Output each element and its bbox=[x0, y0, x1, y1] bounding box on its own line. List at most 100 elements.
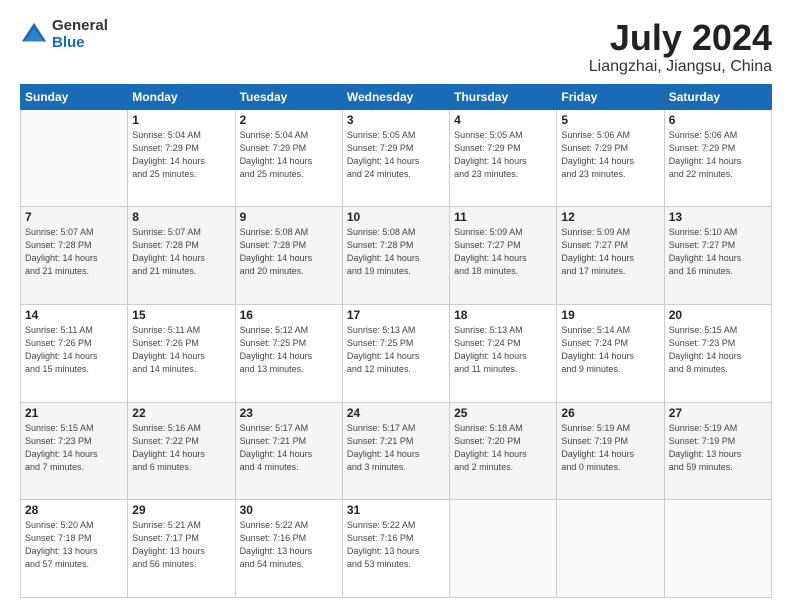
logo: General Blue bbox=[20, 18, 108, 51]
day-number: 13 bbox=[669, 210, 767, 224]
day-info: Sunrise: 5:19 AMSunset: 7:19 PMDaylight:… bbox=[561, 422, 659, 474]
calendar-table: SundayMondayTuesdayWednesdayThursdayFrid… bbox=[20, 84, 772, 598]
day-info: Sunrise: 5:09 AMSunset: 7:27 PMDaylight:… bbox=[454, 226, 552, 278]
day-number: 19 bbox=[561, 308, 659, 322]
header: General Blue July 2024 Liangzhai, Jiangs… bbox=[20, 18, 772, 76]
day-info: Sunrise: 5:08 AMSunset: 7:28 PMDaylight:… bbox=[347, 226, 445, 278]
calendar-cell: 28 Sunrise: 5:20 AMSunset: 7:18 PMDayligh… bbox=[21, 500, 128, 598]
calendar-cell: 29Sunrise: 5:21 AMSunset: 7:17 PMDayligh… bbox=[128, 500, 235, 598]
day-info: Sunrise: 5:17 AMSunset: 7:21 PMDaylight:… bbox=[240, 422, 338, 474]
calendar-cell: 12 Sunrise: 5:09 AMSunset: 7:27 PMDayligh… bbox=[557, 207, 664, 305]
day-header-friday: Friday bbox=[557, 84, 664, 109]
calendar-cell: 31Sunrise: 5:22 AMSunset: 7:16 PMDayligh… bbox=[342, 500, 449, 598]
week-row-3: 14Sunrise: 5:11 AMSunset: 7:26 PMDayligh… bbox=[21, 304, 772, 402]
calendar-cell: 26 Sunrise: 5:19 AMSunset: 7:19 PMDayligh… bbox=[557, 402, 664, 500]
day-info: Sunrise: 5:04 AMSunset: 7:29 PMDaylight:… bbox=[240, 129, 338, 181]
calendar-cell: 15Sunrise: 5:11 AMSunset: 7:26 PMDayligh… bbox=[128, 304, 235, 402]
calendar-cell: 1 Sunrise: 5:04 AMSunset: 7:29 PMDaylight… bbox=[128, 109, 235, 207]
calendar-cell: 10 Sunrise: 5:08 AMSunset: 7:28 PMDayligh… bbox=[342, 207, 449, 305]
calendar-cell: 18 Sunrise: 5:13 AMSunset: 7:24 PMDayligh… bbox=[450, 304, 557, 402]
day-number: 29 bbox=[132, 503, 230, 517]
day-number: 21 bbox=[25, 406, 123, 420]
day-info: Sunrise: 5:19 AMSunset: 7:19 PMDaylight:… bbox=[669, 422, 767, 474]
day-number: 6 bbox=[669, 113, 767, 127]
calendar-cell: 8 Sunrise: 5:07 AMSunset: 7:28 PMDaylight… bbox=[128, 207, 235, 305]
day-number: 12 bbox=[561, 210, 659, 224]
day-number: 31 bbox=[347, 503, 445, 517]
day-header-monday: Monday bbox=[128, 84, 235, 109]
calendar-cell: 22Sunrise: 5:16 AMSunset: 7:22 PMDayligh… bbox=[128, 402, 235, 500]
day-number: 8 bbox=[132, 210, 230, 224]
day-number: 14 bbox=[25, 308, 123, 322]
day-info: Sunrise: 5:09 AMSunset: 7:27 PMDaylight:… bbox=[561, 226, 659, 278]
page-title: July 2024 bbox=[589, 18, 772, 58]
page: General Blue July 2024 Liangzhai, Jiangs… bbox=[0, 0, 792, 612]
calendar-cell: 9Sunrise: 5:08 AMSunset: 7:28 PMDaylight… bbox=[235, 207, 342, 305]
day-header-saturday: Saturday bbox=[664, 84, 771, 109]
calendar-cell: 13Sunrise: 5:10 AMSunset: 7:27 PMDayligh… bbox=[664, 207, 771, 305]
day-number: 15 bbox=[132, 308, 230, 322]
day-info: Sunrise: 5:07 AMSunset: 7:28 PMDaylight:… bbox=[132, 226, 230, 278]
day-number: 2 bbox=[240, 113, 338, 127]
day-number: 16 bbox=[240, 308, 338, 322]
day-info: Sunrise: 5:05 AMSunset: 7:29 PMDaylight:… bbox=[454, 129, 552, 181]
logo-icon bbox=[20, 21, 48, 49]
page-subtitle: Liangzhai, Jiangsu, China bbox=[589, 58, 772, 76]
calendar-cell: 2 Sunrise: 5:04 AMSunset: 7:29 PMDaylight… bbox=[235, 109, 342, 207]
day-info: Sunrise: 5:15 AMSunset: 7:23 PMDaylight:… bbox=[669, 324, 767, 376]
day-info: Sunrise: 5:05 AMSunset: 7:29 PMDaylight:… bbox=[347, 129, 445, 181]
calendar-cell: 19 Sunrise: 5:14 AMSunset: 7:24 PMDayligh… bbox=[557, 304, 664, 402]
day-header-thursday: Thursday bbox=[450, 84, 557, 109]
calendar-cell: 27 Sunrise: 5:19 AMSunset: 7:19 PMDayligh… bbox=[664, 402, 771, 500]
day-number: 28 bbox=[25, 503, 123, 517]
day-number: 4 bbox=[454, 113, 552, 127]
logo-general-text: General bbox=[52, 18, 108, 35]
day-info: Sunrise: 5:14 AMSunset: 7:24 PMDaylight:… bbox=[561, 324, 659, 376]
calendar-cell: 24 Sunrise: 5:17 AMSunset: 7:21 PMDayligh… bbox=[342, 402, 449, 500]
day-number: 10 bbox=[347, 210, 445, 224]
calendar-cell: 7Sunrise: 5:07 AMSunset: 7:28 PMDaylight… bbox=[21, 207, 128, 305]
week-row-4: 21 Sunrise: 5:15 AMSunset: 7:23 PMDayligh… bbox=[21, 402, 772, 500]
day-number: 1 bbox=[132, 113, 230, 127]
calendar-cell: 30Sunrise: 5:22 AMSunset: 7:16 PMDayligh… bbox=[235, 500, 342, 598]
week-row-2: 7Sunrise: 5:07 AMSunset: 7:28 PMDaylight… bbox=[21, 207, 772, 305]
day-number: 5 bbox=[561, 113, 659, 127]
calendar-cell: 25Sunrise: 5:18 AMSunset: 7:20 PMDayligh… bbox=[450, 402, 557, 500]
calendar-cell bbox=[450, 500, 557, 598]
day-info: Sunrise: 5:20 AMSunset: 7:18 PMDaylight:… bbox=[25, 519, 123, 571]
day-info: Sunrise: 5:06 AMSunset: 7:29 PMDaylight:… bbox=[669, 129, 767, 181]
day-info: Sunrise: 5:04 AMSunset: 7:29 PMDaylight:… bbox=[132, 129, 230, 181]
logo-blue-text: Blue bbox=[52, 35, 108, 52]
calendar-cell: 5 Sunrise: 5:06 AMSunset: 7:29 PMDaylight… bbox=[557, 109, 664, 207]
day-number: 27 bbox=[669, 406, 767, 420]
day-number: 23 bbox=[240, 406, 338, 420]
day-info: Sunrise: 5:22 AMSunset: 7:16 PMDaylight:… bbox=[240, 519, 338, 571]
calendar-cell: 14Sunrise: 5:11 AMSunset: 7:26 PMDayligh… bbox=[21, 304, 128, 402]
day-header-sunday: Sunday bbox=[21, 84, 128, 109]
day-header-tuesday: Tuesday bbox=[235, 84, 342, 109]
calendar-cell bbox=[664, 500, 771, 598]
calendar-cell: 4 Sunrise: 5:05 AMSunset: 7:29 PMDaylight… bbox=[450, 109, 557, 207]
calendar-cell: 20Sunrise: 5:15 AMSunset: 7:23 PMDayligh… bbox=[664, 304, 771, 402]
day-number: 18 bbox=[454, 308, 552, 322]
day-info: Sunrise: 5:13 AMSunset: 7:24 PMDaylight:… bbox=[454, 324, 552, 376]
calendar-cell: 16 Sunrise: 5:12 AMSunset: 7:25 PMDayligh… bbox=[235, 304, 342, 402]
day-info: Sunrise: 5:17 AMSunset: 7:21 PMDaylight:… bbox=[347, 422, 445, 474]
day-info: Sunrise: 5:15 AMSunset: 7:23 PMDaylight:… bbox=[25, 422, 123, 474]
day-number: 11 bbox=[454, 210, 552, 224]
calendar-cell: 23 Sunrise: 5:17 AMSunset: 7:21 PMDayligh… bbox=[235, 402, 342, 500]
day-number: 25 bbox=[454, 406, 552, 420]
calendar-cell: 21 Sunrise: 5:15 AMSunset: 7:23 PMDayligh… bbox=[21, 402, 128, 500]
calendar-cell: 11 Sunrise: 5:09 AMSunset: 7:27 PMDayligh… bbox=[450, 207, 557, 305]
day-info: Sunrise: 5:16 AMSunset: 7:22 PMDaylight:… bbox=[132, 422, 230, 474]
day-number: 26 bbox=[561, 406, 659, 420]
calendar-cell: 3 Sunrise: 5:05 AMSunset: 7:29 PMDaylight… bbox=[342, 109, 449, 207]
day-number: 3 bbox=[347, 113, 445, 127]
day-info: Sunrise: 5:12 AMSunset: 7:25 PMDaylight:… bbox=[240, 324, 338, 376]
calendar-body: 1 Sunrise: 5:04 AMSunset: 7:29 PMDaylight… bbox=[21, 109, 772, 597]
calendar: SundayMondayTuesdayWednesdayThursdayFrid… bbox=[20, 84, 772, 598]
day-info: Sunrise: 5:06 AMSunset: 7:29 PMDaylight:… bbox=[561, 129, 659, 181]
day-number: 24 bbox=[347, 406, 445, 420]
week-row-1: 1 Sunrise: 5:04 AMSunset: 7:29 PMDaylight… bbox=[21, 109, 772, 207]
day-info: Sunrise: 5:13 AMSunset: 7:25 PMDaylight:… bbox=[347, 324, 445, 376]
